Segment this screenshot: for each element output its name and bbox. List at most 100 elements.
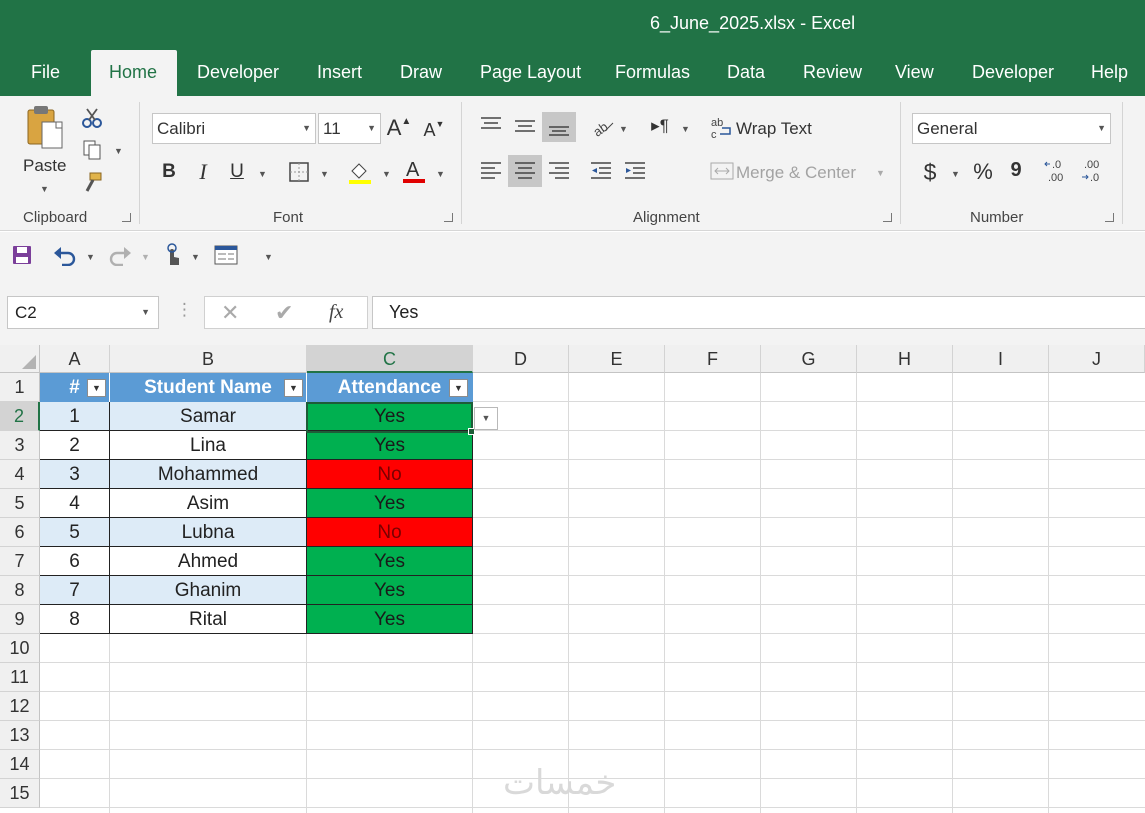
font-color-icon[interactable]: A xyxy=(400,156,428,186)
cell-student-name[interactable]: Ghanim xyxy=(110,576,307,605)
row-header[interactable]: 9 xyxy=(0,605,40,634)
cell-number[interactable]: 1 xyxy=(40,402,110,431)
alignment-launcher-icon[interactable] xyxy=(883,213,892,222)
clipboard-launcher-icon[interactable] xyxy=(122,213,131,222)
name-box[interactable]: C2 ▼ xyxy=(7,296,159,329)
insert-function-button[interactable]: fx xyxy=(329,301,343,324)
touch-mode-dropdown-icon[interactable]: ▼ xyxy=(191,252,200,262)
row-header[interactable]: 2 xyxy=(0,402,40,431)
tab-developer-2[interactable]: Developer xyxy=(972,50,1054,96)
worksheet-grid[interactable]: A B C D E F G H I J 1 2 3 4 5 6 7 8 9 10… xyxy=(0,345,1145,813)
row-header[interactable]: 5 xyxy=(0,489,40,518)
cell-number[interactable]: 8 xyxy=(40,605,110,634)
text-direction-icon[interactable]: ▸¶ xyxy=(646,112,674,140)
wrap-text-icon[interactable]: ab c xyxy=(709,114,735,142)
tab-draw[interactable]: Draw xyxy=(400,50,442,96)
percent-button[interactable]: % xyxy=(970,158,996,186)
column-header-e[interactable]: E xyxy=(569,345,665,373)
increase-indent-icon[interactable] xyxy=(620,156,650,186)
row-header[interactable]: 12 xyxy=(0,692,40,721)
column-header-h[interactable]: H xyxy=(857,345,953,373)
column-header-b[interactable]: B xyxy=(110,345,307,373)
increase-decimal-icon[interactable]: .0.00 xyxy=(1044,156,1074,186)
cell-attendance[interactable]: Yes xyxy=(307,605,473,634)
customize-qat-icon[interactable]: ▼ xyxy=(264,252,273,262)
column-header-f[interactable]: F xyxy=(665,345,761,373)
row-header[interactable]: 14 xyxy=(0,750,40,779)
underline-dropdown-icon[interactable]: ▼ xyxy=(258,169,267,179)
tab-data[interactable]: Data xyxy=(727,50,765,96)
align-top-icon[interactable] xyxy=(476,110,506,140)
font-name-box[interactable]: Calibri ▼ xyxy=(152,113,316,144)
tab-help[interactable]: Help xyxy=(1091,50,1128,96)
currency-button[interactable]: $ xyxy=(918,158,942,186)
formula-input[interactable]: Yes xyxy=(372,296,1145,329)
row-header[interactable]: 6 xyxy=(0,518,40,547)
tab-page-layout[interactable]: Page Layout xyxy=(480,50,581,96)
paste-button[interactable]: Paste xyxy=(23,156,66,176)
format-painter-icon[interactable] xyxy=(80,170,104,194)
row-header[interactable]: 13 xyxy=(0,721,40,750)
cell-attendance[interactable]: Yes xyxy=(307,402,473,431)
row-header[interactable]: 8 xyxy=(0,576,40,605)
table-header-num[interactable]: # ▼ xyxy=(40,373,110,402)
cell-student-name[interactable]: Rital xyxy=(110,605,307,634)
undo-dropdown-icon[interactable]: ▼ xyxy=(86,252,95,262)
shrink-font-icon[interactable]: A ▼ xyxy=(421,118,447,142)
data-validation-dropdown-icon[interactable]: ▼ xyxy=(474,407,498,430)
cell-attendance[interactable]: Yes xyxy=(307,431,473,460)
cell-attendance[interactable]: Yes xyxy=(307,576,473,605)
cell-student-name[interactable]: Ahmed xyxy=(110,547,307,576)
font-size-box[interactable]: 11 ▼ xyxy=(318,113,381,144)
align-bottom-icon[interactable] xyxy=(542,112,576,142)
orientation-dropdown-icon[interactable]: ▼ xyxy=(619,124,628,134)
copy-dropdown-icon[interactable]: ▼ xyxy=(114,146,123,156)
fill-color-icon[interactable] xyxy=(346,158,374,186)
column-header-d[interactable]: D xyxy=(473,345,569,373)
wrap-text-button[interactable]: Wrap Text xyxy=(736,119,812,139)
tab-insert[interactable]: Insert xyxy=(317,50,362,96)
cell-attendance[interactable]: No xyxy=(307,518,473,547)
comma-style-button[interactable]: 9 xyxy=(1006,156,1026,184)
undo-icon[interactable] xyxy=(52,243,78,267)
filter-dropdown-icon[interactable]: ▼ xyxy=(284,379,303,397)
column-header-a[interactable]: A xyxy=(40,345,110,373)
number-launcher-icon[interactable] xyxy=(1105,213,1114,222)
form-icon[interactable] xyxy=(213,244,239,266)
tab-home[interactable]: Home xyxy=(91,50,177,96)
row-header[interactable]: 11 xyxy=(0,663,40,692)
decrease-decimal-icon[interactable]: .00.0 xyxy=(1080,156,1110,186)
table-header-attendance[interactable]: Attendance ▼ xyxy=(307,373,473,402)
fill-color-dropdown-icon[interactable]: ▼ xyxy=(382,169,391,179)
select-all-button[interactable] xyxy=(0,345,40,373)
row-header[interactable]: 3 xyxy=(0,431,40,460)
row-header[interactable]: 7 xyxy=(0,547,40,576)
cell-student-name[interactable]: Samar xyxy=(110,402,307,431)
cancel-icon[interactable]: ✕ xyxy=(221,300,239,326)
row-header[interactable]: 1 xyxy=(0,373,40,402)
grow-font-icon[interactable]: A ▲ xyxy=(386,114,412,142)
cell-student-name[interactable]: Lina xyxy=(110,431,307,460)
orientation-icon[interactable]: ab xyxy=(590,112,616,140)
column-header-c[interactable]: C xyxy=(307,345,473,373)
cell-number[interactable]: 6 xyxy=(40,547,110,576)
borders-dropdown-icon[interactable]: ▼ xyxy=(320,169,329,179)
align-left-icon[interactable] xyxy=(476,156,506,186)
text-direction-dropdown-icon[interactable]: ▼ xyxy=(681,124,690,134)
cut-icon[interactable] xyxy=(80,106,104,130)
touch-mode-icon[interactable] xyxy=(160,242,184,268)
table-header-student-name[interactable]: Student Name ▼ xyxy=(110,373,307,402)
cell-student-name[interactable]: Mohammed xyxy=(110,460,307,489)
resize-handle-icon[interactable]: ⋮ xyxy=(176,300,193,320)
tab-formulas[interactable]: Formulas xyxy=(615,50,690,96)
number-format-box[interactable]: General ▼ xyxy=(912,113,1111,144)
font-color-dropdown-icon[interactable]: ▼ xyxy=(436,169,445,179)
cell-number[interactable]: 4 xyxy=(40,489,110,518)
underline-button[interactable]: U xyxy=(224,158,250,186)
decrease-indent-icon[interactable] xyxy=(586,156,616,186)
column-header-j[interactable]: J xyxy=(1049,345,1145,373)
row-header[interactable]: 15 xyxy=(0,779,40,808)
column-header-i[interactable]: I xyxy=(953,345,1049,373)
enter-icon[interactable]: ✔ xyxy=(275,300,293,326)
save-icon[interactable] xyxy=(10,243,34,267)
